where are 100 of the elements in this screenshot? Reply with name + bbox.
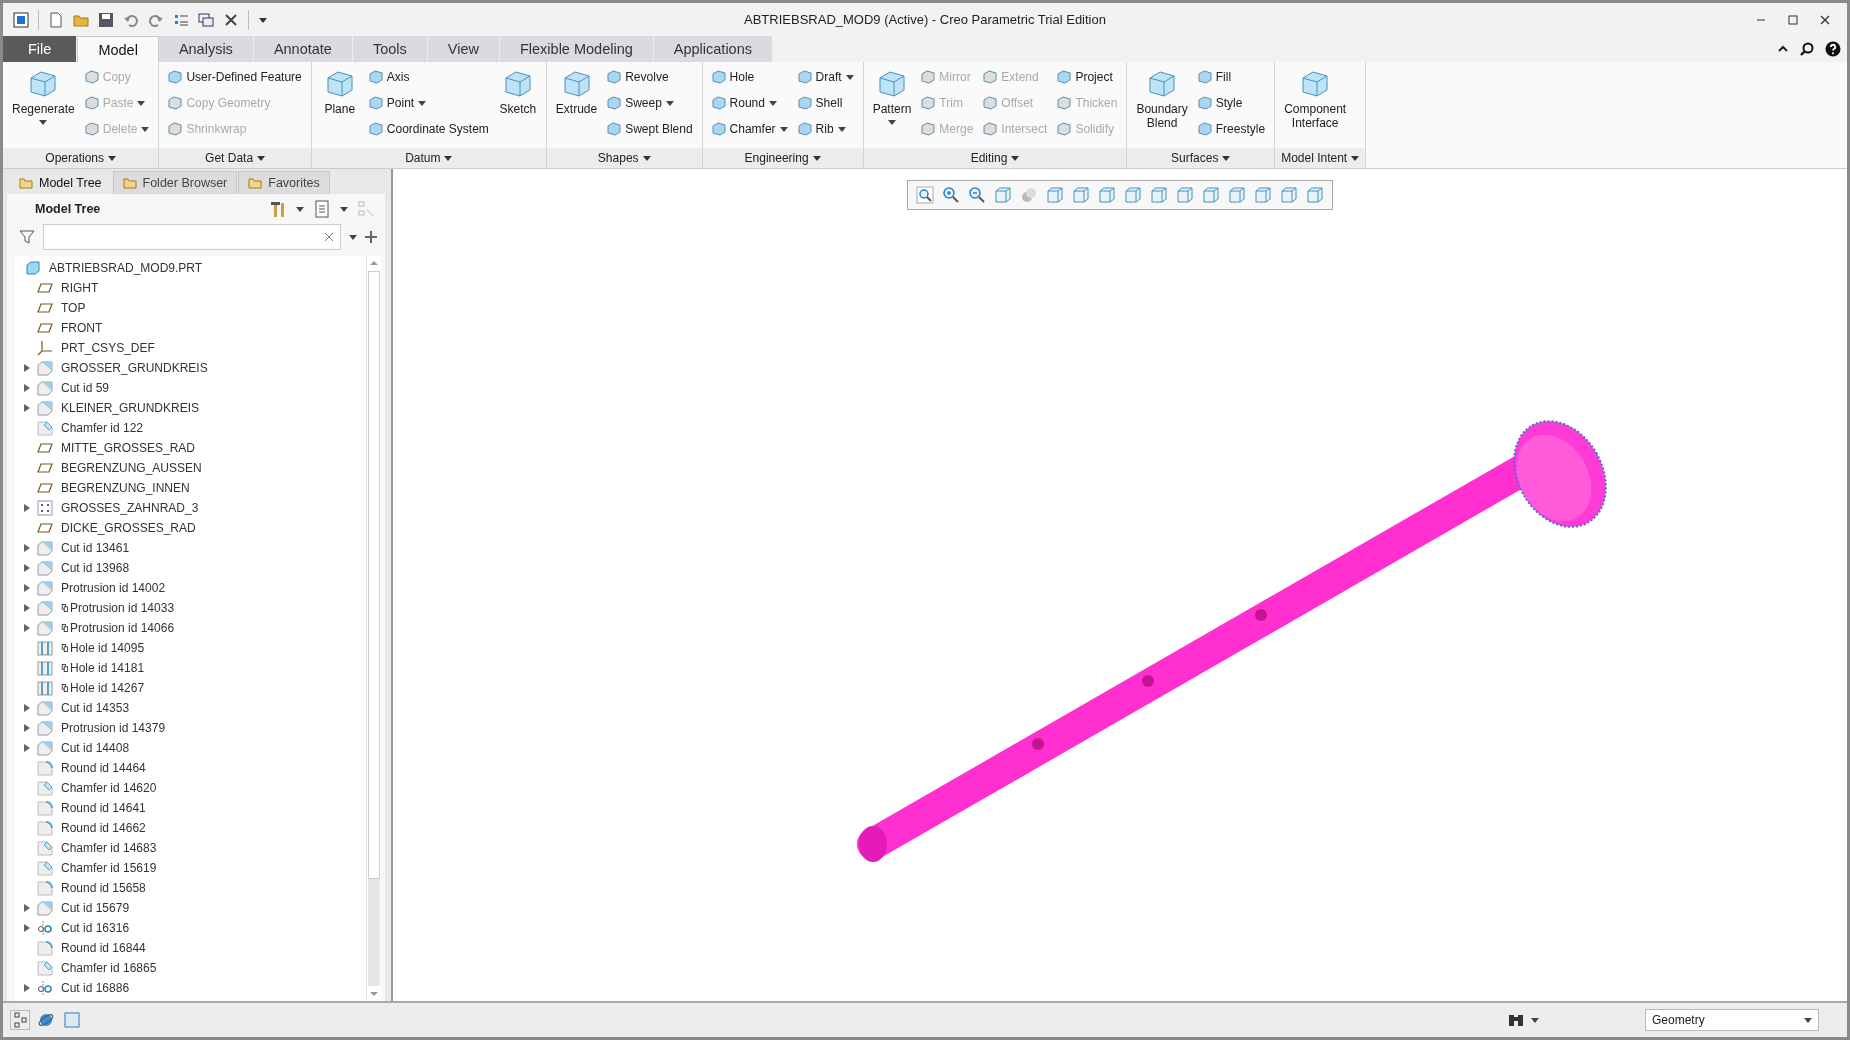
ribbon-tab[interactable]: Applications bbox=[653, 36, 773, 62]
filter-icon[interactable] bbox=[19, 229, 35, 245]
tree-item[interactable]: Cut id 15679 bbox=[15, 898, 366, 918]
tree-item[interactable]: Cut id 16886 bbox=[15, 978, 366, 998]
tree-item[interactable]: Chamfer id 14683 bbox=[15, 838, 366, 858]
group-menu-button[interactable]: Engineering bbox=[702, 148, 863, 168]
clear-icon[interactable] bbox=[324, 232, 334, 242]
tree-item[interactable]: GROSSER_GRUNDKREIS bbox=[15, 358, 366, 378]
ribbon-tab[interactable]: Annotate bbox=[253, 36, 353, 62]
tree-icon[interactable] bbox=[11, 1011, 29, 1029]
windows-icon[interactable] bbox=[198, 11, 214, 28]
tree-item[interactable]: Protrusion id 14033 bbox=[15, 598, 366, 618]
ribbon-button[interactable]: Swept Blend bbox=[604, 118, 696, 140]
tree-item[interactable]: FRONT bbox=[15, 318, 366, 338]
tools-icon[interactable] bbox=[269, 200, 287, 218]
caret-icon[interactable] bbox=[1531, 1016, 1539, 1024]
caret-icon[interactable] bbox=[340, 205, 348, 213]
tree-item[interactable]: Cut id 13461 bbox=[15, 538, 366, 558]
group-menu-button[interactable]: Datum bbox=[311, 148, 546, 168]
tree-item[interactable]: Hole id 14181 bbox=[15, 658, 366, 678]
group-menu-button[interactable]: Get Data bbox=[159, 148, 311, 168]
tree-item[interactable]: Protrusion id 14002 bbox=[15, 578, 366, 598]
tree-item[interactable]: BEGRENZUNG_AUSSEN bbox=[15, 458, 366, 478]
search-icon[interactable] bbox=[1799, 41, 1815, 57]
tree-item[interactable]: BEGRENZUNG_INNEN bbox=[15, 478, 366, 498]
tree-item[interactable]: Hole id 14095 bbox=[15, 638, 366, 658]
panel-tab[interactable]: Favorites bbox=[238, 171, 330, 194]
expand-arrow-icon[interactable] bbox=[23, 704, 31, 712]
expand-arrow-icon[interactable] bbox=[23, 544, 31, 552]
ribbon-button[interactable]: Component Interface bbox=[1281, 66, 1350, 148]
tree-item[interactable]: Chamfer id 14620 bbox=[15, 778, 366, 798]
group-menu-button[interactable]: Model Intent bbox=[1275, 148, 1366, 168]
app-logo-icon[interactable] bbox=[13, 11, 29, 28]
expand-arrow-icon[interactable] bbox=[23, 984, 31, 992]
ribbon-tab[interactable]: File bbox=[3, 36, 78, 62]
graphics-viewport[interactable] bbox=[393, 169, 1847, 1001]
close-window-icon[interactable] bbox=[223, 11, 239, 28]
tree-item[interactable]: Round id 15658 bbox=[15, 878, 366, 898]
new-file-icon[interactable] bbox=[48, 11, 64, 28]
ribbon-button[interactable]: Regenerate bbox=[9, 66, 78, 148]
tree-item[interactable]: PRT_CSYS_DEF bbox=[15, 338, 366, 358]
globe-icon[interactable] bbox=[37, 1011, 55, 1029]
tree-item[interactable]: Round id 14464 bbox=[15, 758, 366, 778]
tree-item[interactable]: TOP bbox=[15, 298, 366, 318]
expand-arrow-icon[interactable] bbox=[23, 924, 31, 932]
tree-item[interactable]: Chamfer id 122 bbox=[15, 418, 366, 438]
tree-item[interactable]: Round id 16844 bbox=[15, 938, 366, 958]
tree-item[interactable]: Protrusion id 14379 bbox=[15, 718, 366, 738]
expand-arrow-icon[interactable] bbox=[23, 404, 31, 412]
close-icon[interactable] bbox=[1819, 13, 1831, 26]
expand-arrow-icon[interactable] bbox=[23, 724, 31, 732]
ribbon-button[interactable]: Shell bbox=[794, 92, 857, 114]
ribbon-button[interactable]: Project bbox=[1054, 66, 1121, 88]
ribbon-button[interactable]: Hole bbox=[708, 66, 791, 88]
scroll-down-icon[interactable] bbox=[369, 989, 379, 999]
ribbon-button[interactable]: Chamfer bbox=[708, 118, 791, 140]
ribbon-tab[interactable]: View bbox=[427, 36, 500, 62]
tree-item[interactable]: Cut id 13968 bbox=[15, 558, 366, 578]
expand-arrow-icon[interactable] bbox=[23, 904, 31, 912]
ribbon-button[interactable]: Pattern bbox=[869, 66, 915, 148]
expand-arrow-icon[interactable] bbox=[23, 364, 31, 372]
tree-item[interactable]: Cut id 16316 bbox=[15, 918, 366, 938]
expand-arrow-icon[interactable] bbox=[23, 584, 31, 592]
ribbon-button[interactable]: Point bbox=[365, 92, 492, 114]
tree-item[interactable]: MITTE_GROSSES_RAD bbox=[15, 438, 366, 458]
expand-arrow-icon[interactable] bbox=[23, 504, 31, 512]
ribbon-button[interactable]: Axis bbox=[365, 66, 492, 88]
plus-icon[interactable] bbox=[365, 231, 377, 243]
ribbon-tab[interactable]: Analysis bbox=[158, 36, 254, 62]
tree-item[interactable]: Hole id 14267 bbox=[15, 678, 366, 698]
tree-item[interactable]: RIGHT bbox=[15, 278, 366, 298]
tree-item[interactable]: Round id 14662 bbox=[15, 818, 366, 838]
group-menu-button[interactable]: Shapes bbox=[546, 148, 702, 168]
tree-item[interactable]: DICKE_GROSSES_RAD bbox=[15, 518, 366, 538]
tree-item[interactable]: Protrusion id 14066 bbox=[15, 618, 366, 638]
ribbon-tab[interactable]: Tools bbox=[352, 36, 428, 62]
tree-item[interactable]: KLEINER_GRUNDKREIS bbox=[15, 398, 366, 418]
expand-arrow-icon[interactable] bbox=[23, 624, 31, 632]
tree-item[interactable]: ABTRIEBSRAD_MOD9.PRT bbox=[15, 258, 366, 278]
help-icon[interactable] bbox=[1825, 41, 1841, 57]
ribbon-button[interactable]: Round bbox=[708, 92, 791, 114]
ribbon-button[interactable]: Revolve bbox=[604, 66, 696, 88]
group-menu-button[interactable]: Operations bbox=[3, 148, 159, 168]
ribbon-button[interactable]: User-Defined Feature bbox=[165, 66, 305, 88]
scrollbar-thumb[interactable] bbox=[368, 271, 380, 879]
ribbon-button[interactable]: Fill bbox=[1194, 66, 1269, 88]
zoom-in-icon[interactable] bbox=[942, 186, 960, 204]
ribbon-button[interactable]: Draft bbox=[794, 66, 857, 88]
tree-item[interactable]: Round id 14641 bbox=[15, 798, 366, 818]
ribbon-button[interactable]: Boundary Blend bbox=[1133, 66, 1191, 148]
ribbon-button[interactable]: Plane bbox=[317, 66, 362, 148]
ribbon-button[interactable]: Coordinate System bbox=[365, 118, 492, 140]
ribbon-button[interactable]: Extrude bbox=[552, 66, 601, 148]
panel-tab[interactable]: Folder Browser bbox=[112, 171, 238, 194]
group-menu-button[interactable]: Surfaces bbox=[1127, 148, 1275, 168]
expand-arrow-icon[interactable] bbox=[23, 384, 31, 392]
selection-filter-dropdown[interactable]: Geometry bbox=[1645, 1009, 1819, 1031]
ribbon-button[interactable]: Rib bbox=[794, 118, 857, 140]
ribbon-tab[interactable]: Flexible Modeling bbox=[499, 36, 654, 62]
tree-item[interactable]: Cut id 59 bbox=[15, 378, 366, 398]
